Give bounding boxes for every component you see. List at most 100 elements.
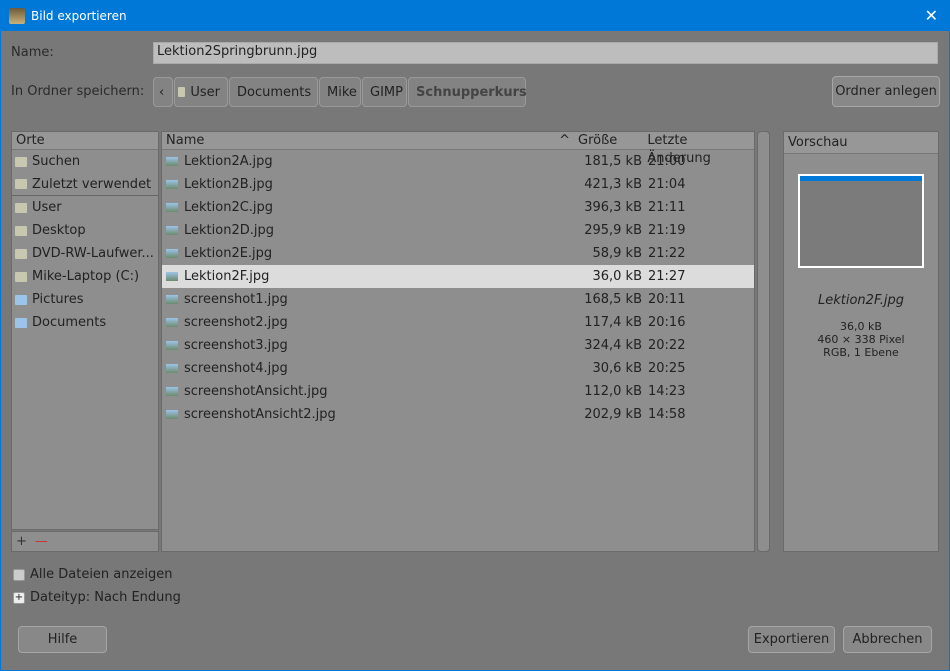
- breadcrumb-label: GIMP: [370, 84, 403, 100]
- file-row[interactable]: screenshot4.jpg 30,6 kB 20:25: [162, 357, 754, 380]
- place-documents[interactable]: Documents: [12, 311, 158, 334]
- preview-panel: Vorschau Lektion2F.jpg 36,0 kB 460 × 338…: [783, 131, 939, 552]
- file-modified: 21:04: [648, 177, 686, 192]
- file-row[interactable]: Lektion2E.jpg 58,9 kB 21:22: [162, 242, 754, 265]
- place-dvd[interactable]: DVD-RW-Laufwer...: [12, 242, 158, 265]
- file-modified: 14:58: [648, 407, 686, 422]
- file-name-cell: Lektion2E.jpg: [162, 246, 578, 261]
- export-button[interactable]: Exportieren: [748, 626, 835, 653]
- image-file-icon: [166, 203, 178, 212]
- breadcrumb-label: Schnupperkurs: [416, 84, 527, 100]
- preview-header: Vorschau: [784, 132, 938, 154]
- image-file-icon: [166, 318, 178, 327]
- file-row[interactable]: screenshotAnsicht2.jpg 202,9 kB 14:58: [162, 403, 754, 426]
- recent-icon: [15, 179, 27, 189]
- file-name: screenshot3.jpg: [184, 338, 288, 353]
- breadcrumb-schnupperkurs[interactable]: Schnupperkurs: [408, 77, 527, 107]
- file-row[interactable]: Lektion2A.jpg 181,5 kB 21:00: [162, 150, 754, 173]
- file-name: Lektion2B.jpg: [184, 177, 273, 192]
- window-title: Bild exportieren: [31, 8, 127, 23]
- file-row[interactable]: screenshot3.jpg 324,4 kB 20:22: [162, 334, 754, 357]
- create-folder-button[interactable]: Ordner anlegen: [832, 76, 940, 107]
- add-icon[interactable]: +: [16, 534, 27, 549]
- scrollbar[interactable]: [757, 131, 770, 552]
- file-row[interactable]: Lektion2D.jpg 295,9 kB 21:19: [162, 219, 754, 242]
- show-all-checkbox[interactable]: Alle Dateien anzeigen: [13, 567, 172, 582]
- breadcrumb-label: Documents: [237, 84, 312, 100]
- breadcrumb-back-button[interactable]: ‹: [153, 77, 173, 107]
- image-file-icon: [166, 387, 178, 396]
- folder-icon: [178, 87, 186, 97]
- remove-icon[interactable]: —: [35, 534, 48, 549]
- file-name: Lektion2C.jpg: [184, 200, 274, 215]
- place-label: Documents: [32, 315, 107, 330]
- preview-filename: Lektion2F.jpg: [818, 293, 904, 308]
- file-modified: 20:16: [648, 315, 686, 330]
- file-name: Lektion2D.jpg: [184, 223, 274, 238]
- folder-icon: [15, 202, 27, 213]
- file-row[interactable]: Lektion2C.jpg 396,3 kB 21:11: [162, 196, 754, 219]
- file-size: 117,4 kB: [584, 315, 642, 330]
- help-button[interactable]: Hilfe: [18, 626, 107, 653]
- folder-label: In Ordner speichern:: [11, 84, 145, 99]
- cancel-button[interactable]: Abbrechen: [843, 626, 932, 653]
- place-user[interactable]: User: [12, 196, 158, 219]
- image-file-icon: [166, 249, 178, 258]
- file-size: 295,9 kB: [584, 223, 642, 238]
- file-name: screenshot4.jpg: [184, 361, 288, 376]
- breadcrumb-mike[interactable]: Mike: [319, 77, 361, 107]
- file-modified: 20:11: [648, 292, 686, 307]
- preview-mode: RGB, 1 Ebene: [823, 346, 899, 359]
- file-name: screenshot2.jpg: [184, 315, 288, 330]
- file-modified: 20:25: [648, 361, 686, 376]
- places-toolbar: + —: [11, 531, 159, 552]
- file-row[interactable]: screenshotAnsicht.jpg 112,0 kB 14:23: [162, 380, 754, 403]
- filename-input[interactable]: Lektion2Springbrunn.jpg: [153, 42, 938, 64]
- file-modified: 21:27: [648, 269, 686, 284]
- file-row[interactable]: screenshot1.jpg 168,5 kB 20:11: [162, 288, 754, 311]
- file-size: 30,6 kB: [592, 361, 642, 376]
- breadcrumb-user[interactable]: User: [174, 77, 228, 107]
- place-label: DVD-RW-Laufwer...: [32, 246, 154, 261]
- places-panel: Orte Suchen Zuletzt verwendet User Deskt…: [11, 131, 159, 530]
- file-size: 202,9 kB: [584, 407, 642, 422]
- file-row[interactable]: Lektion2B.jpg 421,3 kB 21:04: [162, 173, 754, 196]
- file-modified: 20:22: [648, 338, 686, 353]
- place-pictures[interactable]: Pictures: [12, 288, 158, 311]
- filetype-label: Dateityp: Nach Endung: [30, 590, 181, 605]
- places-header: Orte: [12, 132, 158, 150]
- search-icon: [15, 156, 27, 167]
- file-modified: 21:00: [648, 154, 686, 169]
- close-icon[interactable]: ✕: [925, 6, 938, 25]
- column-label: Name: [166, 132, 205, 148]
- file-row[interactable]: Lektion2F.jpg 36,0 kB 21:27: [162, 265, 754, 288]
- column-modified[interactable]: Letzte Änderung: [641, 132, 754, 166]
- place-label: User: [32, 200, 62, 215]
- breadcrumb-documents[interactable]: Documents: [229, 77, 318, 107]
- file-name-cell: Lektion2F.jpg: [162, 269, 578, 284]
- file-size: 181,5 kB: [584, 154, 642, 169]
- image-file-icon: [166, 272, 178, 281]
- file-name-cell: screenshot4.jpg: [162, 361, 578, 376]
- place-recent[interactable]: Zuletzt verwendet: [12, 173, 158, 196]
- folder-icon: [15, 317, 27, 328]
- file-name: Lektion2F.jpg: [184, 269, 270, 284]
- place-label: Mike-Laptop (C:): [32, 269, 140, 284]
- place-desktop[interactable]: Desktop: [12, 219, 158, 242]
- image-file-icon: [166, 157, 178, 166]
- filetype-expander[interactable]: + Dateityp: Nach Endung: [13, 590, 181, 605]
- file-name: screenshotAnsicht2.jpg: [184, 407, 336, 422]
- image-file-icon: [166, 295, 178, 304]
- file-list: Name ^ Größe Letzte Änderung Lektion2A.jp…: [161, 131, 755, 552]
- file-row[interactable]: screenshot2.jpg 117,4 kB 20:16: [162, 311, 754, 334]
- breadcrumb-gimp[interactable]: GIMP: [362, 77, 407, 107]
- file-modified: 21:11: [648, 200, 686, 215]
- place-search[interactable]: Suchen: [12, 150, 158, 173]
- file-name-cell: screenshot3.jpg: [162, 338, 578, 353]
- column-size[interactable]: Größe: [578, 132, 641, 149]
- column-name[interactable]: Name ^: [166, 132, 578, 149]
- image-file-icon: [166, 226, 178, 235]
- drive-icon: [15, 271, 27, 282]
- place-c-drive[interactable]: Mike-Laptop (C:): [12, 265, 158, 288]
- file-name-cell: Lektion2C.jpg: [162, 200, 578, 215]
